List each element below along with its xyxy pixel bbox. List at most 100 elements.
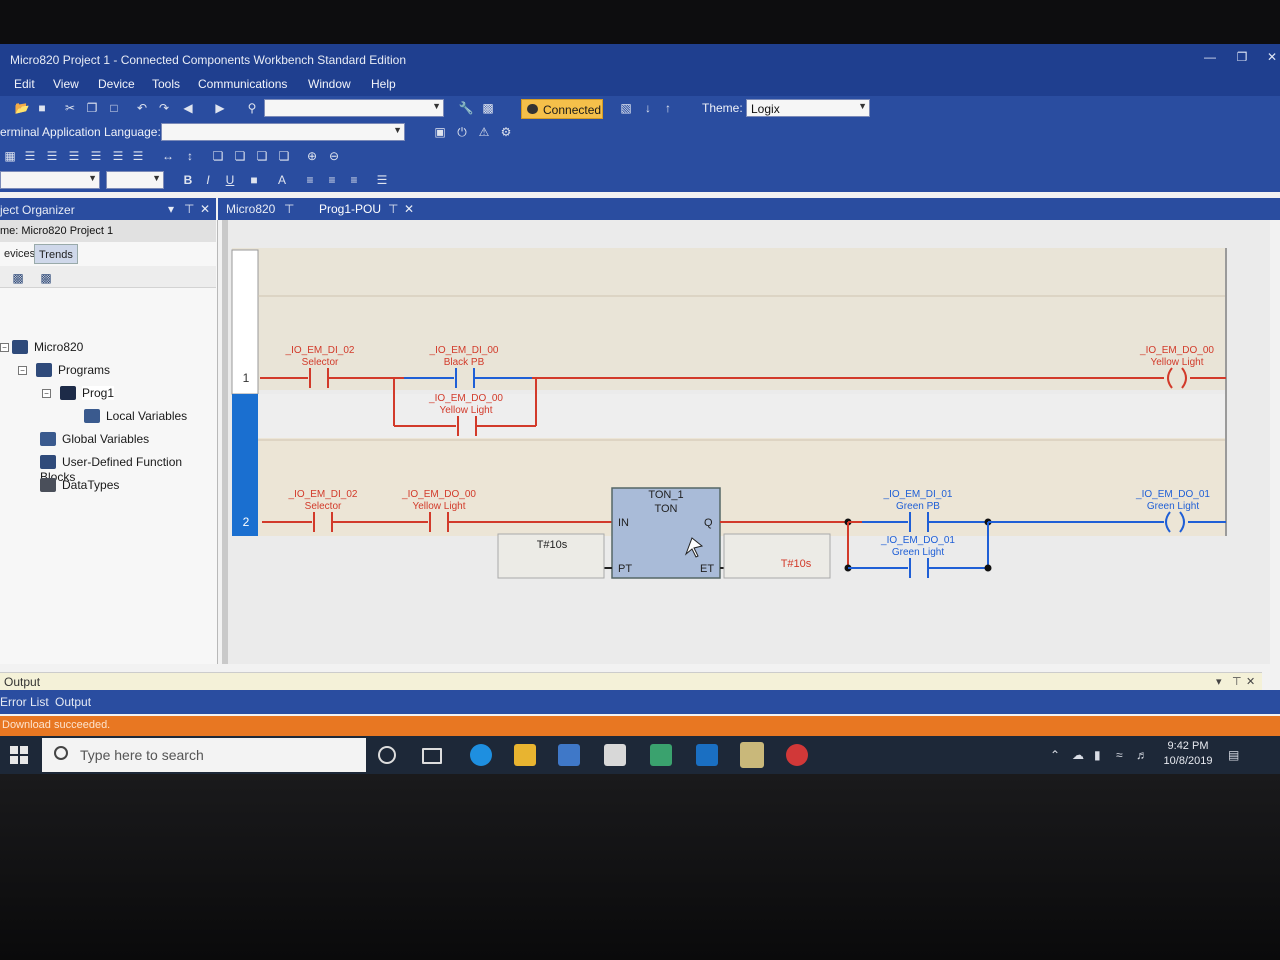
organizer-dropdown-icon[interactable]: ▾: [168, 202, 174, 216]
align-top-icon[interactable]: ☰: [66, 148, 82, 164]
text-align-left-icon[interactable]: ≡: [302, 172, 318, 188]
cortana-icon[interactable]: [378, 746, 396, 764]
navigate-back-icon[interactable]: ◀: [180, 100, 196, 116]
tab-error-list[interactable]: Error List: [0, 695, 49, 709]
action-center-icon[interactable]: ▤: [1228, 748, 1239, 762]
spacing-v-icon[interactable]: ↕: [182, 148, 198, 164]
file-explorer-icon[interactable]: [514, 744, 536, 766]
tree-item-prog1[interactable]: Prog1: [60, 385, 115, 403]
menu-view[interactable]: View: [53, 77, 79, 91]
upload-icon[interactable]: ↓: [640, 100, 656, 116]
ladder-editor[interactable]: 1 2 _IO_EM_DI_02 Selector _IO_EM_DI_00 B…: [222, 220, 1270, 664]
store-icon[interactable]: [558, 744, 580, 766]
windows-start-icon[interactable]: [10, 746, 28, 764]
bring-front-icon[interactable]: ❏: [254, 148, 270, 164]
theme-select[interactable]: Logix ▼: [746, 99, 870, 117]
tab-prog1-pin-icon[interactable]: ⊤: [388, 202, 398, 216]
tab-micro820[interactable]: Micro820: [226, 202, 275, 216]
zoom-in-icon[interactable]: ⊕: [304, 148, 320, 164]
edge-browser-icon[interactable]: [470, 744, 492, 766]
upload-arrow-icon[interactable]: ↑: [660, 100, 676, 116]
organizer-pin-icon[interactable]: ⊤: [184, 202, 194, 216]
pt-variable-box[interactable]: T#10s: [497, 533, 605, 579]
cut-icon[interactable]: ✂: [62, 100, 78, 116]
show-hidden-icons-icon[interactable]: ⌃: [1050, 748, 1060, 762]
settings-icon[interactable]: ⚙: [498, 124, 514, 140]
expand-programs-icon[interactable]: −: [18, 366, 27, 375]
add-device-icon[interactable]: ▩: [10, 270, 26, 286]
redo-icon[interactable]: ↷: [156, 100, 172, 116]
underline-icon[interactable]: U: [222, 172, 238, 188]
workbench-icon[interactable]: [740, 742, 764, 768]
ungroup-icon[interactable]: ❏: [232, 148, 248, 164]
text-align-center-icon[interactable]: ≡: [324, 172, 340, 188]
bold-icon[interactable]: B: [180, 172, 196, 188]
output-close-icon[interactable]: ✕: [1246, 675, 1255, 688]
terminal-language-select[interactable]: ▼: [161, 123, 405, 141]
distribute-icon[interactable]: ☰: [130, 148, 146, 164]
menu-tools[interactable]: Tools: [152, 77, 180, 91]
output-pin-icon[interactable]: ⊤: [1232, 675, 1242, 688]
font-color-icon[interactable]: A: [274, 172, 290, 188]
menu-window[interactable]: Window: [308, 77, 351, 91]
send-back-icon[interactable]: ❏: [276, 148, 292, 164]
save-icon[interactable]: ■: [34, 100, 50, 116]
tab-trends[interactable]: Trends: [34, 244, 78, 264]
align-bottom-icon[interactable]: ☰: [88, 148, 104, 164]
monitor-icon[interactable]: ▣: [432, 124, 448, 140]
tree-item-local-variables[interactable]: Local Variables: [84, 408, 187, 426]
undo-icon[interactable]: ↶: [134, 100, 150, 116]
group-icon[interactable]: ❏: [210, 148, 226, 164]
mail-icon[interactable]: [604, 744, 626, 766]
fill-color-icon[interactable]: ■: [246, 172, 262, 188]
menu-help[interactable]: Help: [371, 77, 396, 91]
tree-item-programs[interactable]: Programs: [36, 362, 110, 380]
tree-item-global-variables[interactable]: Global Variables: [40, 431, 149, 449]
taskbar-search-box[interactable]: Type here to search: [42, 738, 366, 772]
tab-micro820-pin-icon[interactable]: ⊤: [284, 202, 294, 216]
find-combo[interactable]: ▼: [264, 99, 444, 117]
onedrive-icon[interactable]: ☁: [1072, 748, 1084, 762]
system-clock[interactable]: 9:42 PM 10/8/2019: [1158, 739, 1218, 769]
center-icon[interactable]: ☰: [110, 148, 126, 164]
connected-button[interactable]: Connected: [521, 99, 603, 119]
tree-item-datatypes[interactable]: DataTypes: [40, 477, 119, 495]
spacing-h-icon[interactable]: ↔: [160, 148, 176, 164]
ton-timer-block[interactable]: TON_1 TON IN Q PT ET: [611, 487, 721, 579]
volume-icon[interactable]: ♬: [1136, 748, 1148, 762]
paste-icon[interactable]: □: [106, 100, 122, 116]
rslinx-icon[interactable]: [786, 744, 808, 766]
list-icon[interactable]: ☰: [374, 172, 390, 188]
grid-icon[interactable]: ▦: [2, 148, 18, 164]
power-icon[interactable]: ⏻: [454, 124, 470, 140]
et-variable-box[interactable]: T#10s: [723, 533, 831, 579]
task-view-icon[interactable]: [422, 748, 442, 764]
tab-prog1-close-icon[interactable]: ✕: [404, 202, 414, 216]
text-align-right-icon[interactable]: ≡: [346, 172, 362, 188]
network-icon[interactable]: ▩: [38, 270, 54, 286]
italic-icon[interactable]: I: [200, 172, 216, 188]
ccw-app-icon[interactable]: [650, 744, 672, 766]
restore-button[interactable]: ❐: [1232, 50, 1252, 68]
expand-micro820-icon[interactable]: −: [0, 343, 9, 352]
download-icon[interactable]: ▧: [618, 100, 634, 116]
font-size-select[interactable]: ▼: [106, 171, 164, 189]
minimize-button[interactable]: —: [1200, 50, 1220, 68]
tab-prog1-pou[interactable]: Prog1-POU: [319, 202, 381, 216]
organizer-close-icon[interactable]: ✕: [200, 202, 210, 216]
wifi-icon[interactable]: ≈: [1116, 748, 1123, 762]
navigate-forward-icon[interactable]: ▶: [212, 100, 228, 116]
align-left-icon[interactable]: ☰: [22, 148, 38, 164]
font-family-select[interactable]: ▼: [0, 171, 100, 189]
wrench-icon[interactable]: 🔧: [458, 100, 474, 116]
expand-prog1-icon[interactable]: −: [42, 389, 51, 398]
open-icon[interactable]: 📂: [14, 100, 30, 116]
menu-communications[interactable]: Communications: [198, 77, 287, 91]
battery-icon[interactable]: ▮: [1094, 748, 1101, 762]
device-icon[interactable]: ▩: [480, 100, 496, 116]
tab-output[interactable]: Output: [55, 695, 91, 709]
warning-icon[interactable]: ⚠: [476, 124, 492, 140]
tree-item-udfb[interactable]: User-Defined Function Blocks: [40, 454, 217, 484]
copy-icon[interactable]: ❐: [84, 100, 100, 116]
outlook-icon[interactable]: [696, 744, 718, 766]
